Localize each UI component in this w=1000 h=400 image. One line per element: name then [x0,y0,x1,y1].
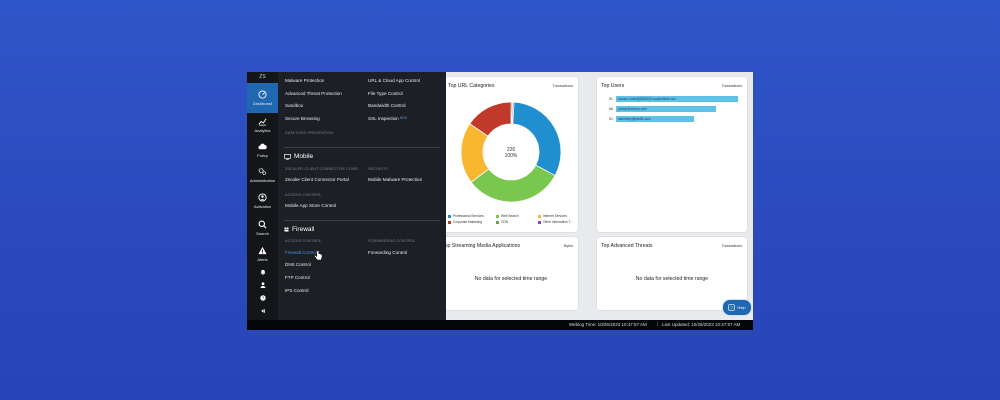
section-mobile: Mobile [284,153,313,160]
section-firewall: Firewall [284,226,314,233]
no-data-message: No data for selected time range [635,276,709,282]
subheading-access-control: ACCESS CONTROL [285,239,322,243]
menu-item-secure-browsing[interactable]: Secure Browsing [285,116,320,121]
nav-label: Activation [253,204,272,209]
menu-item-firewall-control[interactable]: Firewall Control [285,250,317,255]
policy-flyout-menu: Malware Protection Advanced Threat Prote… [278,72,446,320]
subheading-forwarding-control: FORWARDING CONTROL [368,239,416,243]
nav-label: Policy [257,153,268,158]
card-title: Top Users [601,83,625,89]
notifications-button[interactable] [247,267,278,277]
new-badge: NEW [399,116,408,120]
no-data-message: No data for selected time range [474,276,548,282]
streaming-card: Top Streaming Media Applications Bytes N… [442,237,578,310]
user-bar: adminimp@pan5b.com [616,116,694,122]
subheading-client-connector: ZSCALER CLIENT CONNECTOR CONFI... [285,167,362,171]
menu-item-advanced-threat-protection[interactable]: Advanced Threat Protection [285,91,342,96]
card-title: Top URL Categories [448,83,495,89]
menu-item-mobile-app-store-control[interactable]: Mobile App Store Control [285,203,336,208]
legend-item: Internet Services [538,214,567,218]
collapse-icon [260,309,265,313]
menu-item-url-cloud-app-control[interactable]: URL & Cloud App Control [368,78,420,83]
bell-icon [260,269,265,275]
user-bar-row[interactable]: 51 adminimp@pan5b.com [602,116,694,122]
legend-item: Corporate Marketing [448,220,482,224]
menu-item-malware-protection[interactable]: Malware Protection [285,78,324,83]
nav-alerts[interactable]: Alerts [247,239,278,269]
app-screen: Top URL Categories Transactions 226 100% … [247,72,753,330]
subheading-security: SECURITY [368,167,388,171]
nav-label: Search [256,231,269,236]
card-metric[interactable]: Transactions [722,84,742,88]
legend-item: CDN [496,220,508,224]
nav-label: Administration [249,178,276,183]
menu-item-dns-control[interactable]: DNS Control [285,262,311,267]
divider [284,147,440,148]
nav-label: Analytics [254,128,271,133]
nav-label: Alerts [257,257,268,262]
card-metric[interactable]: Bytes [564,244,573,248]
menu-item-client-connector-portal[interactable]: Zscaler Client Connector Portal [285,177,349,182]
status-bar: Weblog Time: 10/26/2023 10:47:57 AM | La… [247,320,753,330]
left-nav-rail: ZS Dashboard Analytics Policy Administra… [247,72,278,330]
menu-item-sandbox[interactable]: Sandbox [285,103,303,108]
legend-item: Web Search [496,214,518,218]
donut-slice-1[interactable] [512,101,562,177]
status-separator: | [657,321,659,326]
subheading-access-control: ACCESS CONTROL [285,193,322,197]
help-icon: ? [728,304,736,311]
firewall-icon [284,227,289,232]
question-icon: ? [259,295,266,301]
nav-dashboard[interactable]: Dashboard [247,83,278,113]
legend-item: Professional Services [448,214,484,218]
menu-item-ssl-inspection[interactable]: SSL InspectionNEW [368,116,407,121]
analytics-icon [258,118,267,126]
alert-icon [258,246,267,255]
card-title: Top Streaming Media Applications [442,243,521,249]
last-updated: Last Updated: 10/26/2023 10:47:57 AM [662,322,741,327]
user-icon [260,282,265,288]
activation-icon [258,193,267,202]
user-profile-button[interactable] [247,280,278,290]
user-bar-row[interactable]: 66 josimp@zscorp.com [602,106,716,112]
threats-card: Top Advanced Threats Transactions No dat… [597,237,747,310]
url-categories-card: Top URL Categories Transactions 226 100% … [444,77,578,232]
hand-cursor-icon [314,250,323,261]
weblog-time: Weblog Time: 10/26/2023 10:47:57 AM [569,322,647,327]
user-bar-row[interactable]: 81 zsconn-mdm@8858328.zscalerthree.net [602,96,738,102]
menu-item-bandwidth-control[interactable]: Bandwidth Control [368,103,406,108]
donut-center-percent: 100% [505,153,518,159]
help-nav-button[interactable]: ? [247,293,278,303]
collapse-button[interactable] [247,306,278,316]
divider [284,220,440,221]
menu-item-forwarding-control[interactable]: Forwarding Control [368,250,407,255]
nav-label: Dashboard [252,101,273,106]
card-metric[interactable]: Transactions [722,244,742,248]
nav-activation[interactable]: Activation [247,186,278,216]
menu-item-ips-control[interactable]: IPS Control [285,288,309,293]
user-bar: josimp@zscorp.com [616,106,716,112]
legend-item: Other Information T... [538,220,573,224]
url-categories-donut[interactable]: 226100% [444,92,578,212]
user-bar: zsconn-mdm@8858328.zscalerthree.net [616,96,738,102]
top-users-card: Top Users Transactions 81 zsconn-mdm@8858… [597,77,747,232]
menu-item-mobile-malware-protection[interactable]: Mobile Malware Protection [368,177,422,182]
card-metric[interactable]: Transactions [553,84,573,88]
dashboard-icon [258,90,267,99]
cloud-icon [258,143,267,150]
section-heading-dlp: DATA LOSS PREVENTION [285,131,334,135]
card-title: Top Advanced Threats [601,243,653,249]
zscaler-logo: ZS [259,74,266,80]
monitor-icon [284,153,291,160]
search-icon [258,220,267,229]
menu-item-ftp-control[interactable]: FTP Control [285,275,310,280]
menu-item-file-type-control[interactable]: File Type Control [368,91,403,96]
svg-text:?: ? [731,305,734,310]
help-button[interactable]: ? Help [722,299,752,316]
gears-icon [258,168,267,176]
